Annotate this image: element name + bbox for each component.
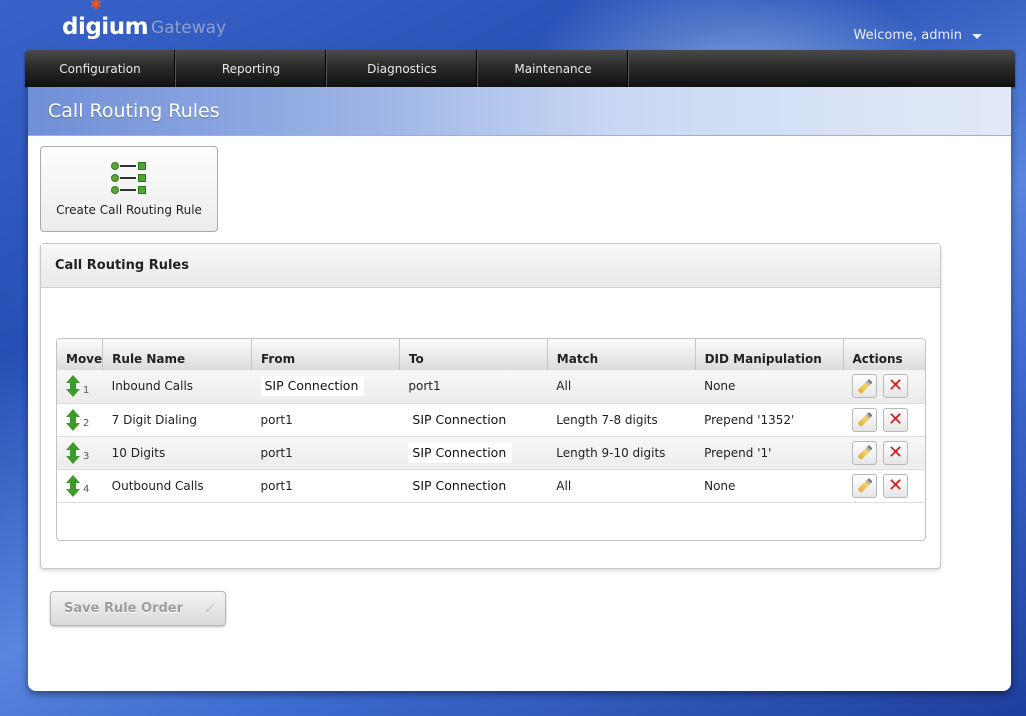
col-rule-name[interactable]: Rule Name (102, 339, 252, 370)
rule-did: Prepend '1' (695, 436, 843, 470)
pencil-icon (857, 445, 872, 460)
rule-from: port1 (251, 403, 400, 437)
rule-match: All (547, 469, 696, 503)
move-arrows-icon[interactable] (66, 474, 80, 497)
pencil-icon (857, 412, 872, 427)
chevron-down-icon (972, 34, 982, 39)
rule-match: All (547, 370, 696, 404)
rule-from: port1 (251, 436, 400, 470)
delete-x-icon: ✕ (887, 441, 904, 463)
move-arrows-icon[interactable] (66, 441, 80, 464)
rule-did: Prepend '1352' (695, 403, 843, 437)
rules-panel: Call Routing Rules Move Rule Name From T… (40, 243, 941, 569)
main-panel: Call Routing Rules Create Call Routing R… (28, 87, 1011, 691)
logo-product: Gateway (151, 18, 227, 38)
delete-button[interactable]: ✕ (883, 407, 908, 432)
create-label: Create Call Routing Rule (56, 203, 202, 217)
edit-button[interactable] (852, 473, 877, 498)
delete-x-icon: ✕ (887, 375, 904, 397)
delete-x-icon: ✕ (887, 408, 904, 430)
welcome-text: Welcome, admin (853, 28, 962, 43)
rule-from: port1 (251, 469, 400, 503)
list-icon (109, 160, 149, 196)
row-number: 4 (83, 484, 90, 495)
page-header: Call Routing Rules (28, 87, 1011, 136)
save-rule-order-button[interactable]: Save Rule Order ✓ (50, 591, 226, 626)
edit-button[interactable] (852, 407, 877, 432)
col-move: Move (57, 339, 104, 370)
table-row: 3 10 Digits port1 SIP Connection Length … (57, 436, 925, 470)
rule-match: Length 7-8 digits (547, 403, 696, 437)
col-to[interactable]: To (399, 339, 548, 370)
user-menu[interactable]: Welcome, admin (854, 28, 982, 43)
col-from[interactable]: From (251, 339, 400, 370)
delete-button[interactable]: ✕ (883, 440, 908, 465)
row-number: 3 (83, 451, 90, 462)
nav-diagnostics[interactable]: Diagnostics (327, 50, 478, 87)
save-rule-order-label: Save Rule Order (64, 601, 184, 616)
row-number: 1 (83, 384, 90, 396)
nav-configuration[interactable]: Configuration (25, 50, 176, 87)
pencil-icon (857, 478, 872, 493)
logo-brand: digium (62, 14, 149, 40)
table-header-row: Move Rule Name From To Match DID Manipul… (57, 339, 925, 370)
pencil-icon (857, 378, 872, 394)
rule-name: 10 Digits (102, 436, 252, 470)
digium-logo: digium ✱ Gateway (62, 0, 227, 40)
rule-name: Outbound Calls (102, 469, 252, 503)
create-call-routing-rule-button[interactable]: Create Call Routing Rule (40, 146, 218, 232)
checkmark-icon: ✓ (203, 599, 217, 618)
table-row: 4 Outbound Calls port1 SIP Connection Al… (57, 469, 925, 503)
rule-to: SIP Connection (408, 442, 513, 463)
rule-did: None (695, 469, 843, 503)
rules-panel-title: Call Routing Rules (41, 244, 940, 288)
delete-button[interactable]: ✕ (883, 473, 908, 498)
col-did-manipulation[interactable]: DID Manipulation (695, 339, 844, 370)
main-nav: Configuration Reporting Diagnostics Main… (25, 50, 1015, 87)
rule-name: Inbound Calls (102, 370, 252, 404)
rule-to: SIP Connection (408, 475, 513, 496)
nav-maintenance[interactable]: Maintenance (478, 50, 629, 87)
delete-x-icon: ✕ (887, 474, 904, 496)
move-arrows-icon[interactable] (66, 408, 80, 431)
delete-button[interactable]: ✕ (883, 374, 908, 399)
edit-button[interactable] (852, 374, 877, 399)
move-arrows-icon[interactable] (66, 375, 80, 398)
rule-match: Length 9-10 digits (547, 436, 696, 470)
asterisk-icon: ✱ (90, 0, 102, 13)
nav-reporting[interactable]: Reporting (176, 50, 327, 87)
table-row: 1 Inbound Calls SIP Connection port1 All… (57, 370, 925, 404)
edit-button[interactable] (852, 440, 877, 465)
page-title: Call Routing Rules (48, 100, 220, 122)
rules-table: Move Rule Name From To Match DID Manipul… (56, 338, 926, 541)
rule-from: SIP Connection (260, 376, 365, 397)
rule-name: 7 Digit Dialing (102, 403, 252, 437)
rule-to: port1 (399, 370, 548, 404)
row-number: 2 (83, 418, 90, 429)
rule-did: None (695, 370, 843, 404)
col-match[interactable]: Match (547, 339, 696, 370)
rule-to: SIP Connection (408, 409, 513, 430)
table-row: 2 7 Digit Dialing port1 SIP Connection L… (57, 403, 925, 437)
col-actions: Actions (843, 339, 925, 370)
